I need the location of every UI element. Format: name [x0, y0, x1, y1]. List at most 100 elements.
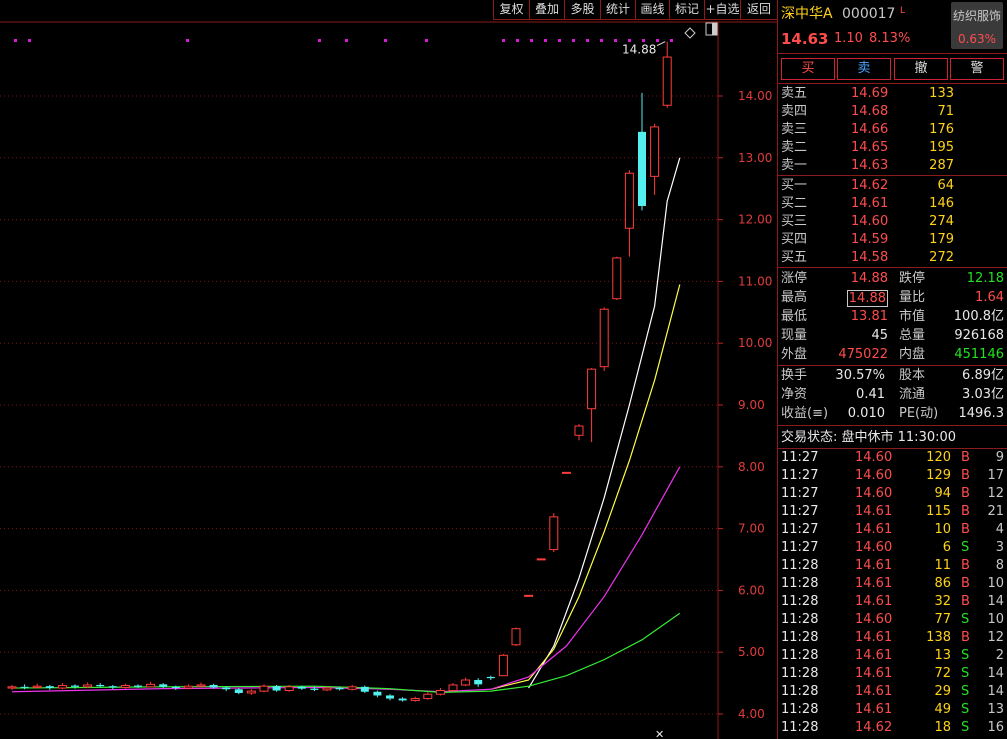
tick-price: 14.61 [855, 666, 893, 681]
stat-row: 净资 0.41 流通 3.03亿 [778, 386, 1007, 404]
y-tick-label: 5.00 [738, 645, 765, 659]
stat-row: 涨停 14.88 跌停 12.18 [778, 270, 1007, 288]
toolbar-button[interactable]: 返回 [740, 0, 777, 20]
candle [284, 686, 294, 692]
toolbar-button[interactable]: +自选 [704, 0, 740, 20]
cancel-order-button[interactable]: 撤 [894, 58, 948, 80]
candle [511, 628, 521, 646]
note-marker: ✕ [655, 728, 664, 739]
level-price: 14.61 [851, 196, 889, 211]
toolbar-button[interactable]: 统计 [600, 0, 635, 20]
tick-volume: 129 [926, 468, 951, 483]
level-label: 卖四 [781, 104, 808, 119]
tick-count: 10 [987, 612, 1004, 627]
tick-count: 2 [995, 648, 1004, 663]
tick-side: S [961, 648, 970, 663]
candle [322, 687, 332, 691]
tick-row: 11:27 14.61 115 B 21 [778, 503, 1007, 521]
y-tick-label: 7.00 [738, 522, 765, 536]
tick-volume: 86 [934, 576, 951, 591]
bid-row[interactable]: 买二 14.61 146 [778, 195, 1007, 213]
tick-price: 14.60 [855, 450, 893, 465]
candle [171, 686, 180, 689]
tick-volume: 49 [934, 702, 951, 717]
tick-row: 11:28 14.61 11 B 8 [778, 557, 1007, 575]
level-label: 卖一 [781, 158, 808, 173]
bid-row[interactable]: 买四 14.59 179 [778, 231, 1007, 249]
tick-row: 11:28 14.61 49 S 13 [778, 701, 1007, 719]
buy-button[interactable]: 买 [781, 58, 835, 80]
sell-button[interactable]: 卖 [837, 58, 891, 80]
candle [587, 368, 597, 410]
candle [561, 471, 571, 474]
tick-side: B [961, 450, 970, 465]
tick-price: 14.60 [855, 612, 893, 627]
marker-dot [544, 39, 547, 42]
stock-code: 000017 [842, 6, 896, 22]
marker-dot [530, 39, 533, 42]
tick-volume: 6 [942, 540, 951, 555]
candle [108, 686, 117, 688]
marker-dot [586, 39, 589, 42]
marker-dot [425, 39, 428, 42]
level-price: 14.59 [851, 232, 889, 247]
bid-row[interactable]: 买三 14.60 274 [778, 213, 1007, 231]
level-volume: 195 [929, 140, 954, 155]
level-price: 14.62 [851, 178, 889, 193]
tick-time: 11:28 [781, 702, 819, 717]
kline-chart[interactable]: 14.00 13.00 12.00 11.00 10.00 9.00 8.00 7.00 6.0… [0, 0, 777, 739]
price-line: 14.63 1.10 8.13% [778, 29, 1007, 49]
level-volume: 274 [929, 214, 954, 229]
toolbar-button[interactable]: 画线 [635, 0, 669, 20]
marker-dot [628, 39, 631, 42]
toolbar-button[interactable]: 复权 [493, 0, 529, 20]
level-price: 14.63 [851, 158, 889, 173]
stat-label: 内盘 [899, 347, 926, 362]
bid-row[interactable]: 买一 14.62 64 [778, 177, 1007, 195]
bid-row[interactable]: 买五 14.58 272 [778, 249, 1007, 267]
stat-value: 1496.3 [958, 406, 1005, 421]
tick-price: 14.61 [855, 504, 893, 519]
toolbar-button[interactable]: 多股 [564, 0, 600, 20]
tick-time: 11:27 [781, 450, 819, 465]
stat-label: 流通 [899, 387, 926, 402]
stat-label: 收益(≡) [781, 406, 829, 421]
tick-count: 8 [995, 558, 1004, 573]
ask-row[interactable]: 卖二 14.65 195 [778, 139, 1007, 157]
tick-count: 14 [987, 666, 1004, 681]
stat-row: 最低 13.81 市值 100.8亿 [778, 308, 1007, 326]
kline-chart-canvas[interactable]: 14.00 13.00 12.00 11.00 10.00 9.00 8.00 7.00 6.0… [0, 0, 777, 739]
ask-row[interactable]: 卖一 14.63 287 [778, 157, 1007, 175]
panel-toggle-icon-fill [712, 23, 717, 35]
tick-side: S [961, 720, 970, 735]
price-change: 1.10 [834, 31, 863, 46]
tick-row: 11:28 14.61 29 S 14 [778, 683, 1007, 701]
ask-row[interactable]: 卖五 14.69 133 [778, 85, 1007, 103]
marker-dot [502, 39, 505, 42]
tick-side: S [961, 540, 970, 555]
stat-value: 45 [871, 328, 888, 343]
ask-row[interactable]: 卖四 14.68 71 [778, 103, 1007, 121]
tick-volume: 29 [934, 684, 951, 699]
tick-count: 9 [995, 450, 1004, 465]
tick-price: 14.61 [855, 630, 893, 645]
stat-value: 13.81 [850, 309, 888, 324]
level-volume: 71 [937, 104, 954, 119]
tick-side: S [961, 702, 970, 717]
alert-button[interactable]: 警 [950, 58, 1004, 80]
tick-count: 10 [987, 576, 1004, 591]
tick-side: S [961, 612, 970, 627]
ask-row[interactable]: 卖三 14.66 176 [778, 121, 1007, 139]
toolbar-button[interactable]: 叠加 [529, 0, 564, 20]
tick-row: 11:27 14.61 10 B 4 [778, 521, 1007, 539]
tick-row: 11:27 14.60 6 S 3 [778, 539, 1007, 557]
stat-value: 14.88 [846, 290, 888, 307]
toolbar-button[interactable]: 标记 [669, 0, 704, 20]
candle [486, 676, 495, 679]
candle [183, 685, 193, 689]
stat-value: 926168 [954, 328, 1004, 343]
tick-count: 21 [987, 504, 1004, 519]
tick-time: 11:28 [781, 648, 819, 663]
candle [159, 684, 168, 687]
y-tick-label: 11.00 [738, 274, 772, 288]
